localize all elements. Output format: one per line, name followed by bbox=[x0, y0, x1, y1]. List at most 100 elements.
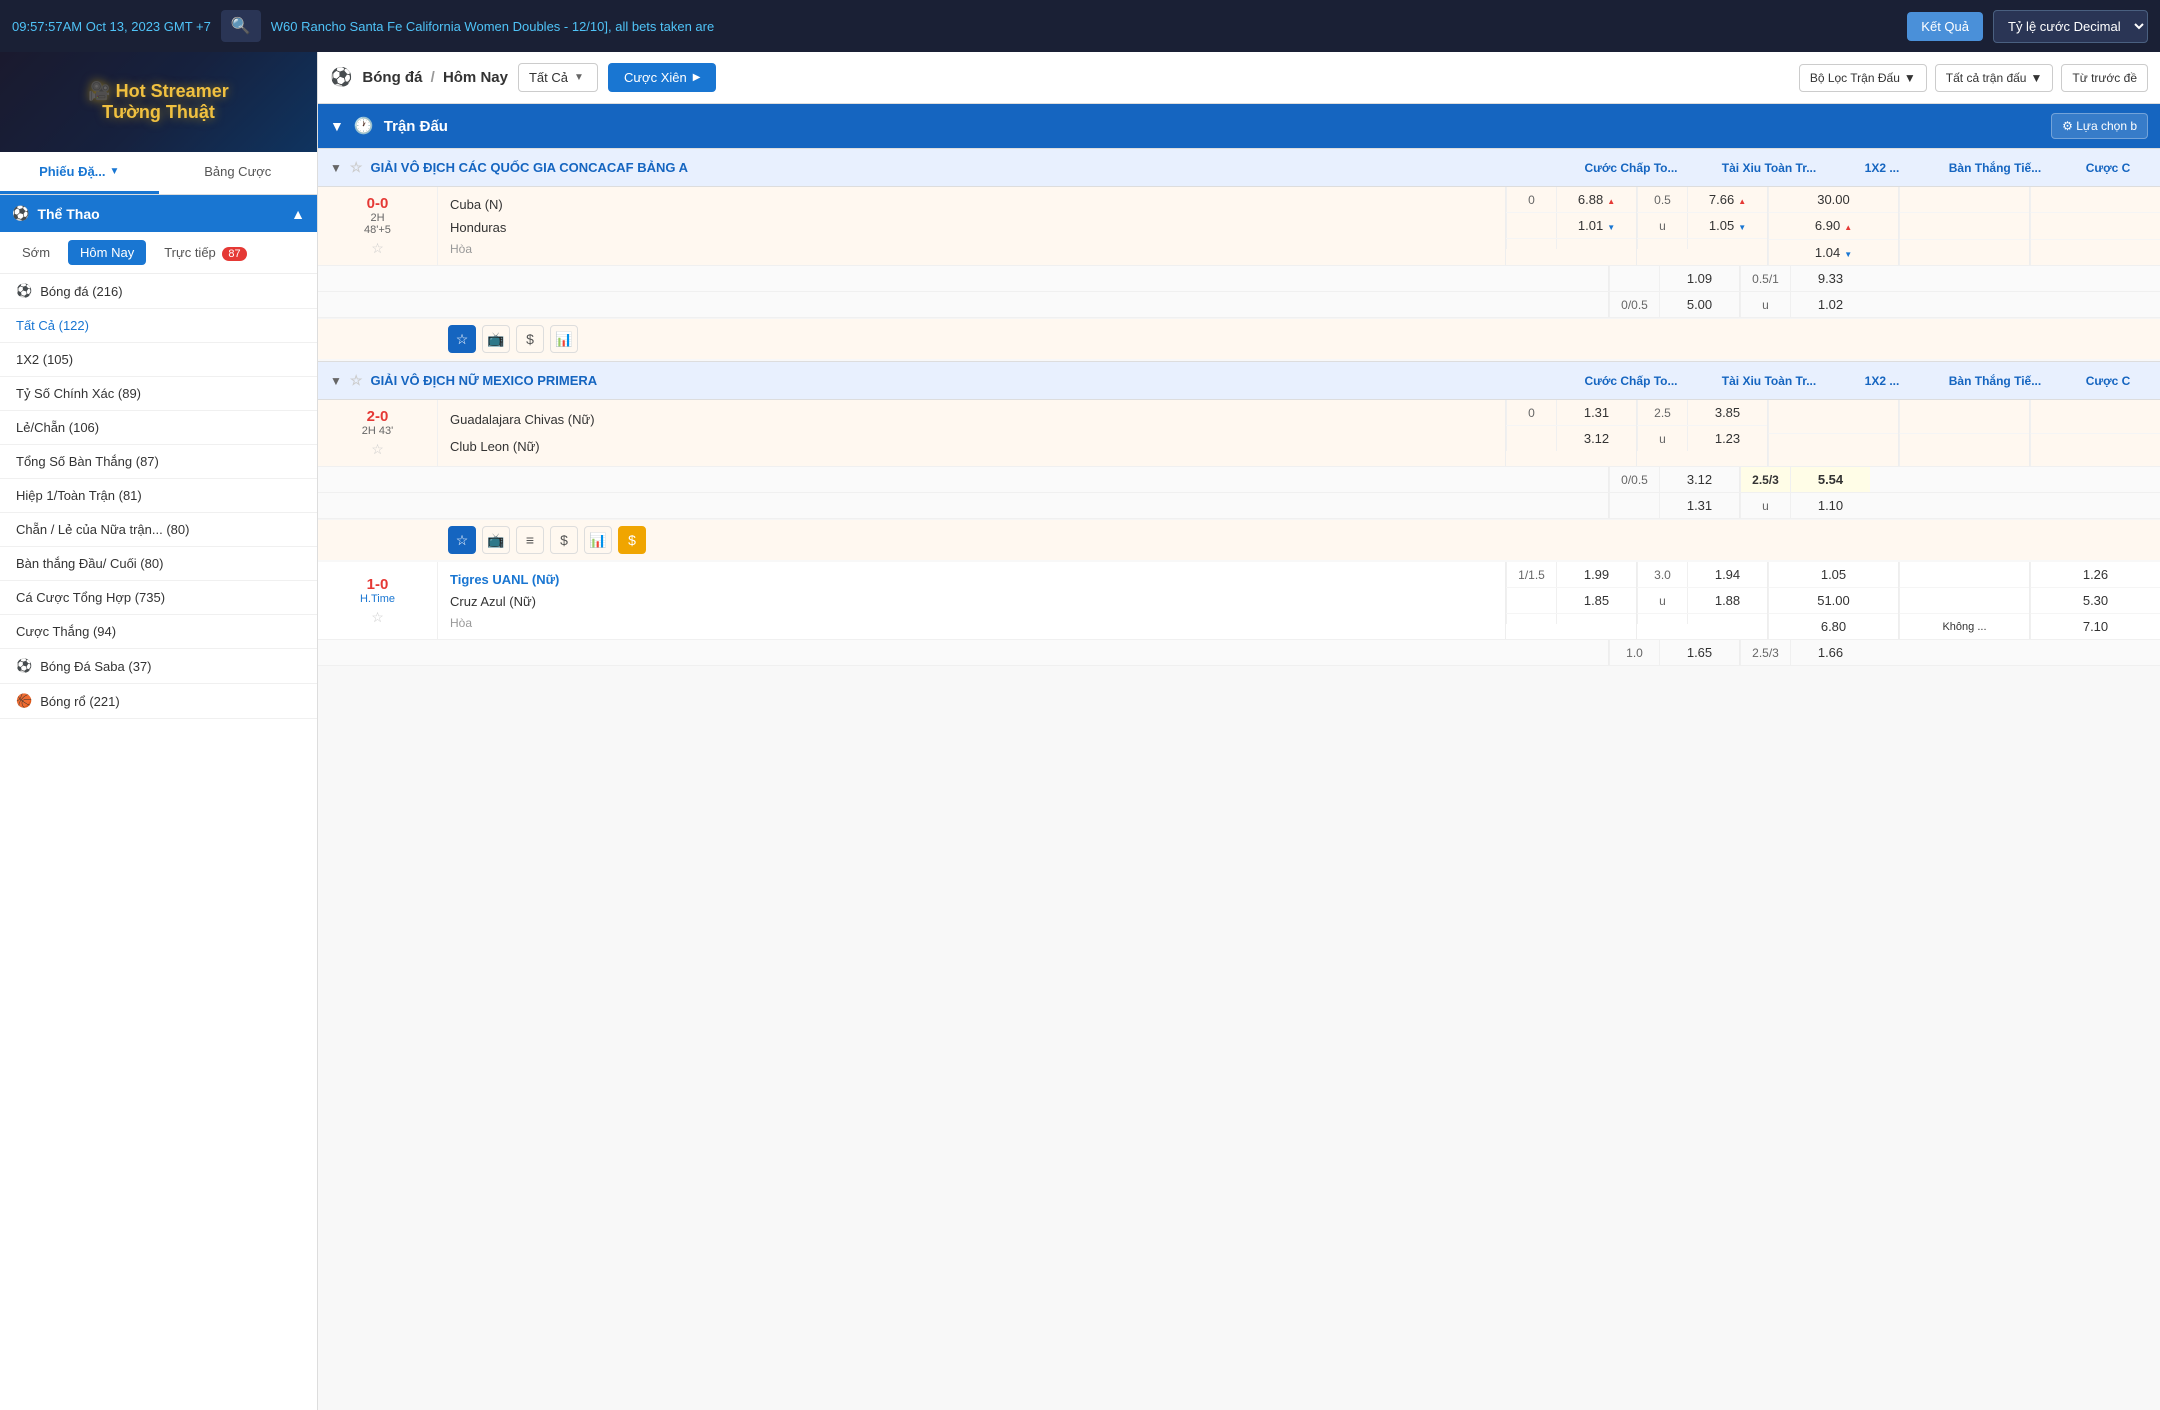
m2-taixiu3-val[interactable]: 1.10 bbox=[1790, 493, 1870, 518]
cuoc3-home[interactable]: 1.26 bbox=[2030, 562, 2160, 588]
nav-hiep1[interactable]: Hiệp 1/Toàn Trận (81) bbox=[0, 479, 317, 513]
1x2-draw[interactable]: 6.90 bbox=[1768, 213, 1898, 239]
m2-taixiu2-val[interactable]: 5.54 bbox=[1790, 467, 1870, 492]
subtab-som[interactable]: Sớm bbox=[10, 240, 62, 265]
odds-chap-away[interactable]: 1.01 bbox=[1556, 213, 1636, 238]
nav-lechan[interactable]: Lẻ/Chẵn (106) bbox=[0, 411, 317, 445]
banthang-home[interactable] bbox=[1899, 187, 2029, 213]
taixiu3-over[interactable]: 1.94 bbox=[1687, 562, 1767, 587]
taixiu-under[interactable]: 1.05 bbox=[1687, 213, 1767, 238]
sidebar-section-header[interactable]: ⚽ Thể Thao ▲ bbox=[0, 195, 317, 232]
league-collapse-icon[interactable]: ▼ bbox=[330, 374, 342, 388]
taixiu2-over[interactable]: 3.85 bbox=[1687, 400, 1767, 425]
cuoc3-away[interactable]: 7.10 bbox=[2030, 614, 2160, 639]
chart-action-icon[interactable]: 📊 bbox=[550, 325, 578, 353]
cuoc3-draw[interactable]: 5.30 bbox=[2030, 588, 2160, 614]
bo-loc-tran-dau-dropdown[interactable]: Bộ Lọc Trận Đấu ▼ bbox=[1799, 64, 1927, 92]
cuoc-draw[interactable] bbox=[2030, 213, 2160, 239]
taixiu3-under[interactable]: 1.88 bbox=[1687, 588, 1767, 613]
dollar-action2-icon[interactable]: $ bbox=[550, 526, 578, 554]
cuoc-away[interactable] bbox=[2030, 240, 2160, 265]
stream-action2-icon[interactable]: ≡ bbox=[516, 526, 544, 554]
banthang3-draw[interactable] bbox=[1899, 588, 2029, 614]
1x2-away[interactable]: 1.04 bbox=[1768, 240, 1898, 265]
match-second-row: 1.09 0.5/1 9.33 bbox=[318, 266, 2160, 292]
match2-score: 2-0 bbox=[367, 408, 389, 425]
league-star-icon[interactable]: ☆ bbox=[350, 159, 363, 176]
nav-tatca[interactable]: Tất Cả (122) bbox=[0, 309, 317, 343]
odds2-home[interactable]: 1.31 bbox=[1556, 400, 1636, 425]
nav-chanle-nuatran[interactable]: Chẵn / Lẻ của Nữa trận... (80) bbox=[0, 513, 317, 547]
banthang3-away[interactable]: Không ... bbox=[1899, 614, 2029, 639]
chart-action2-icon[interactable]: 📊 bbox=[584, 526, 612, 554]
lua-chon-button[interactable]: ⚙ Lựa chọn b bbox=[2051, 113, 2148, 139]
subtab-homnay[interactable]: Hôm Nay bbox=[68, 240, 146, 265]
main-layout: 🎥 Hot StreamerTường Thuật Phiếu Đặ... ▼ … bbox=[0, 52, 2160, 1410]
banthang3-home[interactable] bbox=[1899, 562, 2029, 588]
banthang-away[interactable] bbox=[1899, 240, 2029, 265]
1x2-2-draw[interactable] bbox=[1768, 434, 1898, 467]
tab-phieu-dat[interactable]: Phiếu Đặ... ▼ bbox=[0, 152, 159, 194]
match-star-icon[interactable]: ☆ bbox=[371, 240, 384, 257]
tab-bang-cuoc[interactable]: Bảng Cược bbox=[159, 152, 318, 194]
tat-ca-filter[interactable]: Tất Cả ▼ bbox=[518, 63, 598, 92]
tv-action-icon[interactable]: 📺 bbox=[482, 325, 510, 353]
odds3-draw[interactable] bbox=[1556, 614, 1636, 624]
odds3-away[interactable]: 1.85 bbox=[1556, 588, 1636, 613]
m2-chap3-val[interactable]: 1.31 bbox=[1659, 493, 1739, 518]
star-action-icon[interactable]: ☆ bbox=[448, 325, 476, 353]
subtab-tructiep[interactable]: Trực tiếp 87 bbox=[152, 240, 258, 265]
league-collapse-icon[interactable]: ▼ bbox=[330, 161, 342, 175]
taixiu2-under[interactable]: 1.23 bbox=[1687, 426, 1767, 451]
nav-ban-thang-dau-cuoi[interactable]: Bàn thắng Đầu/ Cuối (80) bbox=[0, 547, 317, 581]
m3-taixiu2-val[interactable]: 1.66 bbox=[1790, 640, 1870, 665]
1x2-2-home[interactable] bbox=[1768, 400, 1898, 434]
m2-chap2-val[interactable]: 3.12 bbox=[1659, 467, 1739, 492]
1x2-3-away[interactable]: 6.80 bbox=[1768, 614, 1898, 639]
banthang2-home[interactable] bbox=[1899, 400, 2029, 434]
tv-action2-icon[interactable]: 📺 bbox=[482, 526, 510, 554]
bet-xien-button[interactable]: Cược Xiên ▶ bbox=[608, 63, 716, 92]
nav-bongda[interactable]: ⚽ Bóng đá (216) bbox=[0, 274, 317, 309]
content-subheader: ▼ 🕐 Trận Đấu ⚙ Lựa chọn b bbox=[318, 104, 2160, 148]
chap3-val[interactable]: 5.00 bbox=[1659, 292, 1739, 317]
nav-cacuoc-tonghop[interactable]: Cá Cược Tổng Hợp (735) bbox=[0, 581, 317, 615]
nav-cuoc-thang[interactable]: Cược Thắng (94) bbox=[0, 615, 317, 649]
ty-le-select[interactable]: Tỷ lệ cước Decimal bbox=[1993, 10, 2148, 43]
1x2-home[interactable]: 30.00 bbox=[1768, 187, 1898, 213]
tu-truoc-de-dropdown[interactable]: Từ trước đề bbox=[2061, 64, 2148, 92]
odds-chap-draw[interactable] bbox=[1556, 239, 1636, 249]
banthang-draw[interactable] bbox=[1899, 213, 2029, 239]
nav-1x2[interactable]: 1X2 (105) bbox=[0, 343, 317, 377]
m3-chap2-val[interactable]: 1.65 bbox=[1659, 640, 1739, 665]
cuoc2-home[interactable] bbox=[2030, 400, 2160, 434]
nav-bongda-saba[interactable]: ⚽ Bóng Đá Saba (37) bbox=[0, 649, 317, 684]
chap2-val[interactable]: 1.09 bbox=[1659, 266, 1739, 291]
nav-tongsobanthang[interactable]: Tổng Số Bàn Thắng (87) bbox=[0, 445, 317, 479]
m3-chap2-hcap: 1.0 bbox=[1609, 640, 1659, 665]
match2-star-icon[interactable]: ☆ bbox=[371, 441, 384, 458]
cuoc-home[interactable] bbox=[2030, 187, 2160, 213]
cuoc2-draw[interactable] bbox=[2030, 434, 2160, 467]
match3-star-icon[interactable]: ☆ bbox=[371, 609, 384, 626]
nav-tysochinhxac[interactable]: Tỷ Số Chính Xác (89) bbox=[0, 377, 317, 411]
taixiu2-val[interactable]: 9.33 bbox=[1790, 266, 1870, 291]
gold-dollar-icon[interactable]: $ bbox=[618, 526, 646, 554]
search-button[interactable]: 🔍 bbox=[221, 10, 261, 42]
subheader-collapse-icon[interactable]: ▼ bbox=[330, 118, 344, 134]
taixiu-over[interactable]: 7.66 bbox=[1687, 187, 1767, 212]
banthang2-draw[interactable] bbox=[1899, 434, 2029, 467]
nav-bongro[interactable]: 🏀 Bóng rổ (221) bbox=[0, 684, 317, 719]
1x2-3-home[interactable]: 1.05 bbox=[1768, 562, 1898, 588]
sidebar-banner-text: 🎥 Hot StreamerTường Thuật bbox=[88, 81, 228, 123]
dollar-action-icon[interactable]: $ bbox=[516, 325, 544, 353]
1x2-3-draw[interactable]: 51.00 bbox=[1768, 588, 1898, 614]
taixiu3-val[interactable]: 1.02 bbox=[1790, 292, 1870, 317]
odds-chap-home[interactable]: 6.88 bbox=[1556, 187, 1636, 212]
odds2-away[interactable]: 3.12 bbox=[1556, 426, 1636, 451]
odds3-home[interactable]: 1.99 bbox=[1556, 562, 1636, 587]
league-star-icon[interactable]: ☆ bbox=[350, 372, 363, 389]
ket-qua-button[interactable]: Kết Quả bbox=[1907, 12, 1983, 41]
star-action2-icon[interactable]: ☆ bbox=[448, 526, 476, 554]
tat-ca-tran-dau-dropdown[interactable]: Tất cả trận đấu ▼ bbox=[1935, 64, 2054, 92]
